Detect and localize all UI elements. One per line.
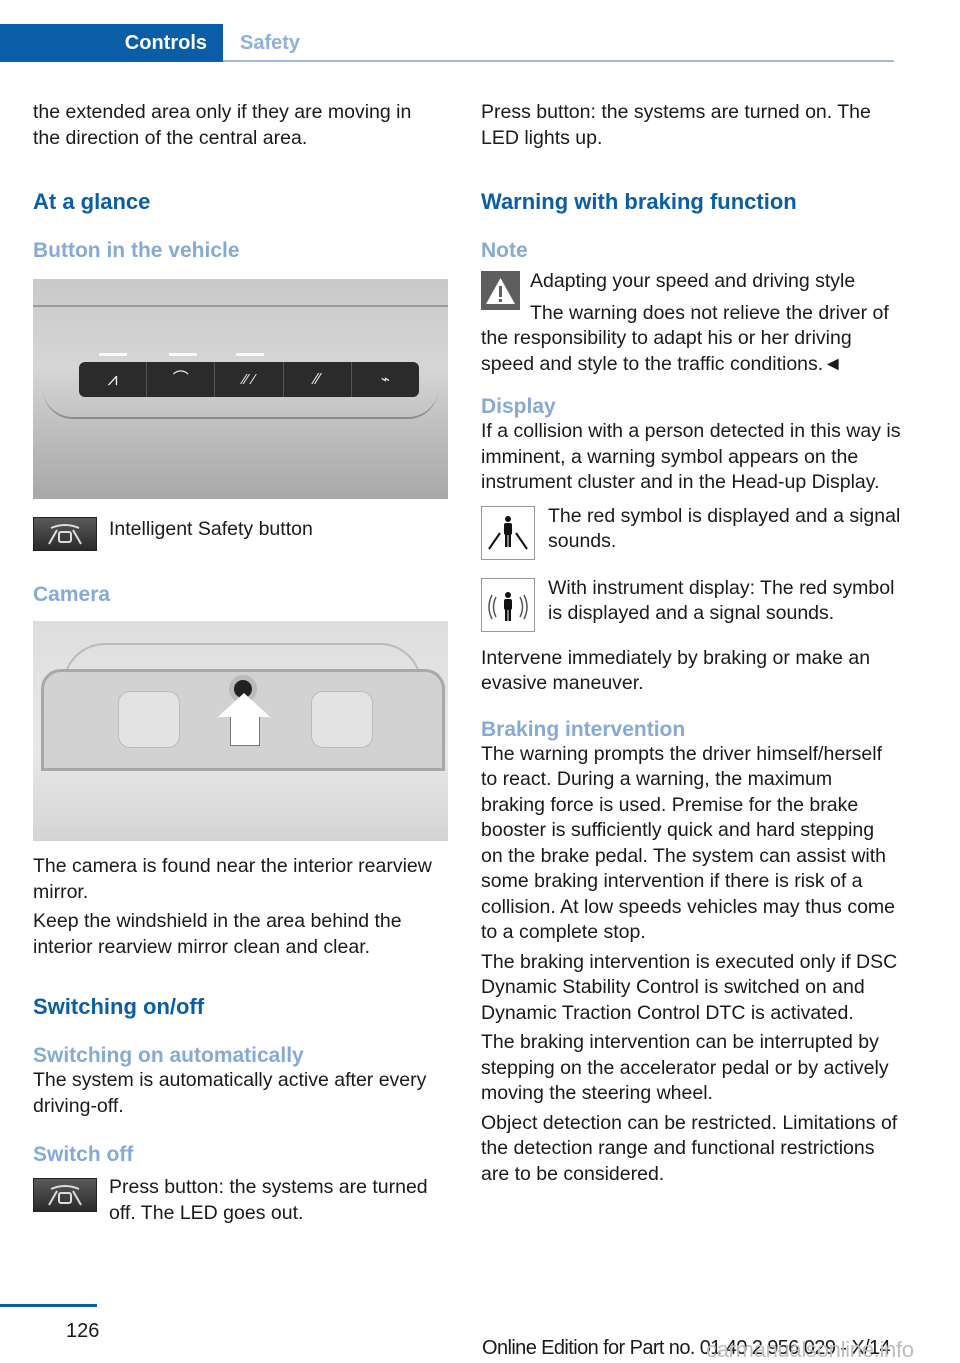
right-column: Press button: the systems are turned on.… bbox=[481, 100, 901, 1187]
braking-text-1: The warning prompts the driver himself/h… bbox=[481, 742, 896, 944]
lane-departure-icon: ⩘ bbox=[79, 362, 148, 397]
braking-text-4: Object detection can be restricted. Limi… bbox=[481, 1111, 898, 1185]
night-vision-icon: ⁄⁄ ⁄ bbox=[215, 362, 284, 397]
park-assist-icon: ⌁ bbox=[380, 371, 390, 388]
display-text: If a collision with a person detected in… bbox=[481, 420, 901, 493]
intelligent-safety-row: Intelligent Safety button bbox=[33, 517, 453, 551]
heading-switching-on-automatically: Switching on automatically bbox=[33, 1044, 304, 1067]
camera-location-photo bbox=[33, 621, 448, 841]
camera-text-1: The camera is found near the interior re… bbox=[33, 855, 432, 903]
heading-warning-with-braking: Warning with braking function bbox=[481, 189, 797, 214]
footer-rule bbox=[0, 1304, 97, 1307]
braking-text-2: The braking intervention is executed onl… bbox=[481, 950, 898, 1024]
heading-camera: Camera bbox=[33, 583, 111, 606]
note-block: Adapting your speed and driving style Th… bbox=[481, 269, 901, 377]
heading-switching-on-off: Switching on/off bbox=[33, 994, 205, 1019]
symbol-row-2: With instrument display: The red symbol … bbox=[481, 576, 901, 632]
watermark: carmanualsonline.info bbox=[706, 1337, 914, 1362]
warning-triangle-icon bbox=[481, 271, 520, 310]
section-tab-controls: Controls bbox=[0, 24, 223, 62]
heading-display: Display bbox=[481, 395, 556, 418]
intelligent-safety-caption: Intelligent Safety button bbox=[109, 518, 313, 540]
page-number: 126 bbox=[66, 1320, 100, 1342]
button-panel-photo: ⩘ ⌒ ⁄⁄ ⁄ ∕∕ ⌁ bbox=[33, 279, 448, 499]
note-title: Adapting your speed and driving style bbox=[530, 270, 856, 292]
heading-braking-intervention: Braking intervention bbox=[481, 717, 686, 741]
switch-on-text: Press button: the systems are turned on.… bbox=[481, 101, 871, 149]
heading-switch-off: Switch off bbox=[33, 1143, 134, 1166]
symbol1-text: The red symbol is displayed and a signal… bbox=[548, 504, 901, 553]
section-tab-safety: Safety bbox=[240, 32, 301, 54]
pedestrian-warning-icon bbox=[481, 505, 535, 560]
switching-auto-text: The system is automatically active after… bbox=[33, 1069, 427, 1117]
intelligent-safety-button-icon bbox=[33, 1178, 97, 1212]
note-body: The warning does not relieve the driver … bbox=[481, 301, 889, 375]
page-header: Controls Safety bbox=[0, 24, 894, 62]
camera-text-2: Keep the windshield in the area behind t… bbox=[33, 910, 402, 958]
heading-at-a-glance: At a glance bbox=[33, 189, 151, 214]
lane-change-icon: ∕∕ bbox=[284, 362, 352, 397]
switch-off-text: Press button: the systems are turned off… bbox=[109, 1176, 428, 1224]
symbol-row-1: The red symbol is displayed and a signal… bbox=[481, 504, 901, 560]
braking-text-3: The braking intervention can be interrup… bbox=[481, 1031, 889, 1104]
header-rule bbox=[223, 60, 894, 62]
pedestrian-signal-icon bbox=[481, 577, 535, 632]
arrow-up-icon bbox=[218, 693, 270, 717]
intro-text: the extended area only if they are movin… bbox=[33, 101, 412, 149]
heading-note: Note bbox=[481, 239, 528, 262]
heading-button-in-vehicle: Button in the vehicle bbox=[33, 239, 240, 262]
left-column: the extended area only if they are movin… bbox=[33, 100, 453, 1226]
intervene-text: Intervene immediately by braking or make… bbox=[481, 646, 871, 695]
symbol2-text: With instrument display: The red symbol … bbox=[548, 576, 895, 625]
switch-off-row: Press button: the systems are turned off… bbox=[33, 1175, 453, 1226]
intelligent-safety-button-icon bbox=[33, 517, 97, 551]
intelligent-safety-icon: ⌒ bbox=[147, 362, 216, 397]
